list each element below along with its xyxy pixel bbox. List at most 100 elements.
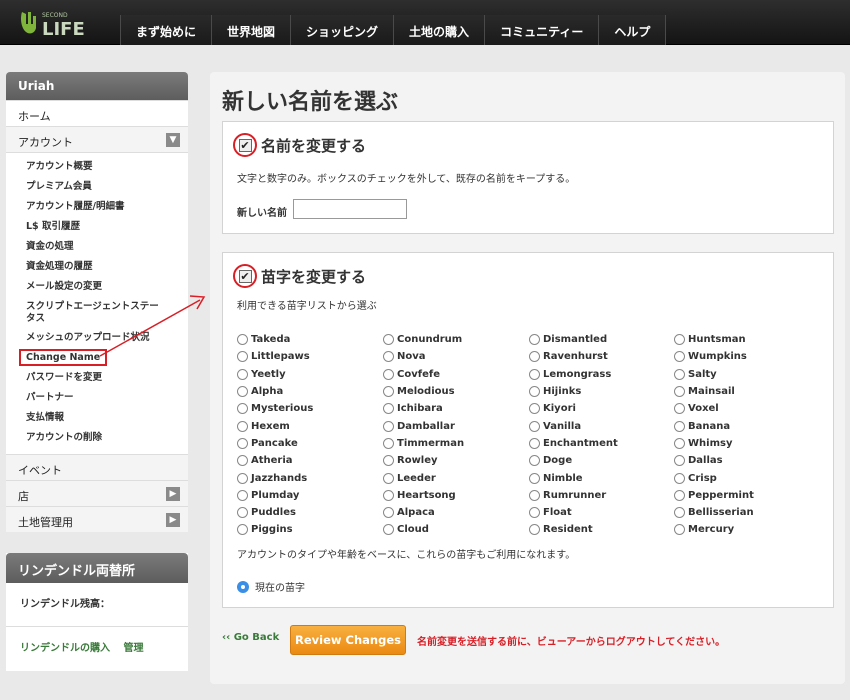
manage-linden-link[interactable]: 管理	[123, 643, 143, 654]
radio-unselected-icon[interactable]	[529, 386, 540, 398]
radio-unselected-icon[interactable]	[674, 386, 685, 398]
surname-option[interactable]: Hijinks	[529, 383, 618, 400]
surname-option[interactable]: Leeder	[383, 469, 464, 486]
radio-unselected-icon[interactable]	[383, 489, 394, 501]
submenu-premium[interactable]: プレミアム会員	[6, 177, 188, 197]
surname-option[interactable]: Dallas	[674, 452, 754, 469]
surname-option[interactable]: Damballar	[383, 417, 464, 434]
radio-unselected-icon[interactable]	[529, 403, 540, 415]
surname-option[interactable]: Ichibara	[383, 400, 464, 417]
submenu-change-name[interactable]: Change Name	[6, 348, 188, 368]
surname-option[interactable]: Peppermint	[674, 487, 754, 504]
surname-option[interactable]: Melodious	[383, 383, 464, 400]
submenu-fund-processing[interactable]: 資金の処理	[6, 237, 188, 257]
surname-option[interactable]: Alpaca	[383, 504, 464, 521]
radio-unselected-icon[interactable]	[674, 489, 685, 501]
nav-help[interactable]: ヘルプ	[598, 15, 667, 45]
radio-unselected-icon[interactable]	[674, 334, 685, 346]
radio-unselected-icon[interactable]	[529, 420, 540, 432]
sidebar-item-account[interactable]: アカウント ▼	[6, 126, 188, 152]
surname-option[interactable]: Piggins	[237, 521, 313, 538]
surname-option[interactable]: Conundrum	[383, 331, 464, 348]
submenu-email-settings[interactable]: メール設定の変更	[6, 277, 188, 297]
current-surname-option[interactable]: 現在の苗字	[237, 579, 305, 594]
surname-option[interactable]: Dismantled	[529, 331, 618, 348]
nav-getting-started[interactable]: まず始めに	[120, 15, 212, 45]
nav-buy-land[interactable]: 土地の購入	[393, 15, 485, 45]
surname-option[interactable]: Rumrunner	[529, 487, 618, 504]
surname-option[interactable]: Resident	[529, 521, 618, 538]
surname-option[interactable]: Whimsy	[674, 435, 754, 452]
radio-unselected-icon[interactable]	[529, 437, 540, 449]
surname-option[interactable]: Timmerman	[383, 435, 464, 452]
radio-unselected-icon[interactable]	[674, 455, 685, 467]
chevron-right-icon[interactable]: ▶	[166, 513, 180, 527]
submenu-delete-account[interactable]: アカウントの削除	[6, 428, 188, 448]
nav-world-map[interactable]: 世界地図	[211, 15, 291, 45]
surname-option[interactable]: Lemongrass	[529, 366, 618, 383]
radio-unselected-icon[interactable]	[237, 472, 248, 484]
sidebar-item-store[interactable]: 店 ▶	[6, 480, 188, 506]
surname-option[interactable]: Mainsail	[674, 383, 754, 400]
surname-option[interactable]: Vanilla	[529, 417, 618, 434]
radio-unselected-icon[interactable]	[237, 334, 248, 346]
radio-selected-icon[interactable]	[237, 580, 249, 593]
chevron-down-icon[interactable]: ▼	[166, 133, 180, 147]
surname-option[interactable]: Heartsong	[383, 487, 464, 504]
surname-option[interactable]: Enchantment	[529, 435, 618, 452]
sidebar-item-land[interactable]: 土地管理用 ▶	[6, 506, 188, 532]
radio-unselected-icon[interactable]	[237, 351, 248, 363]
surname-option[interactable]: Doge	[529, 452, 618, 469]
radio-unselected-icon[interactable]	[674, 507, 685, 519]
radio-unselected-icon[interactable]	[674, 437, 685, 449]
radio-unselected-icon[interactable]	[674, 368, 685, 380]
radio-unselected-icon[interactable]	[383, 507, 394, 519]
surname-option[interactable]: Rowley	[383, 452, 464, 469]
surname-option[interactable]: Littlepaws	[237, 348, 313, 365]
radio-unselected-icon[interactable]	[237, 437, 248, 449]
radio-unselected-icon[interactable]	[237, 386, 248, 398]
radio-unselected-icon[interactable]	[529, 507, 540, 519]
chevron-right-icon[interactable]: ▶	[166, 487, 180, 501]
surname-option[interactable]: Voxel	[674, 400, 754, 417]
surname-option[interactable]: Wumpkins	[674, 348, 754, 365]
surname-option[interactable]: Yeetly	[237, 366, 313, 383]
surname-option[interactable]: Nimble	[529, 469, 618, 486]
surname-option[interactable]: Plumday	[237, 487, 313, 504]
surname-option[interactable]: Bellisserian	[674, 504, 754, 521]
surname-option[interactable]: Jazzhands	[237, 469, 313, 486]
radio-unselected-icon[interactable]	[383, 368, 394, 380]
surname-option[interactable]: Ravenhurst	[529, 348, 618, 365]
radio-unselected-icon[interactable]	[237, 489, 248, 501]
radio-unselected-icon[interactable]	[383, 455, 394, 467]
surname-option[interactable]: Hexem	[237, 417, 313, 434]
surname-option[interactable]: Kiyori	[529, 400, 618, 417]
radio-unselected-icon[interactable]	[237, 403, 248, 415]
submenu-mesh-upload[interactable]: メッシュのアップロード状況	[6, 328, 188, 348]
surname-option[interactable]: Pancake	[237, 435, 313, 452]
surname-option[interactable]: Mercury	[674, 521, 754, 538]
radio-unselected-icon[interactable]	[237, 455, 248, 467]
change-surname-checkbox[interactable]: ✔	[233, 264, 257, 288]
nav-community[interactable]: コミュニティー	[484, 15, 599, 45]
radio-unselected-icon[interactable]	[529, 334, 540, 346]
radio-unselected-icon[interactable]	[383, 403, 394, 415]
go-back-link[interactable]: ‹‹ Go Back	[222, 632, 279, 643]
surname-option[interactable]: Atheria	[237, 452, 313, 469]
submenu-change-password[interactable]: パスワードを変更	[6, 368, 188, 388]
radio-unselected-icon[interactable]	[383, 334, 394, 346]
radio-unselected-icon[interactable]	[529, 351, 540, 363]
surname-option[interactable]: Mysterious	[237, 400, 313, 417]
nav-shopping[interactable]: ショッピング	[290, 15, 394, 45]
radio-unselected-icon[interactable]	[674, 420, 685, 432]
radio-unselected-icon[interactable]	[674, 351, 685, 363]
surname-option[interactable]: Huntsman	[674, 331, 754, 348]
submenu-payment-info[interactable]: 支払情報	[6, 408, 188, 428]
surname-option[interactable]: Salty	[674, 366, 754, 383]
submenu-partner[interactable]: パートナー	[6, 388, 188, 408]
radio-unselected-icon[interactable]	[237, 368, 248, 380]
radio-unselected-icon[interactable]	[237, 507, 248, 519]
surname-option[interactable]: Cloud	[383, 521, 464, 538]
submenu-account-summary[interactable]: アカウント概要	[6, 157, 188, 177]
radio-unselected-icon[interactable]	[383, 437, 394, 449]
